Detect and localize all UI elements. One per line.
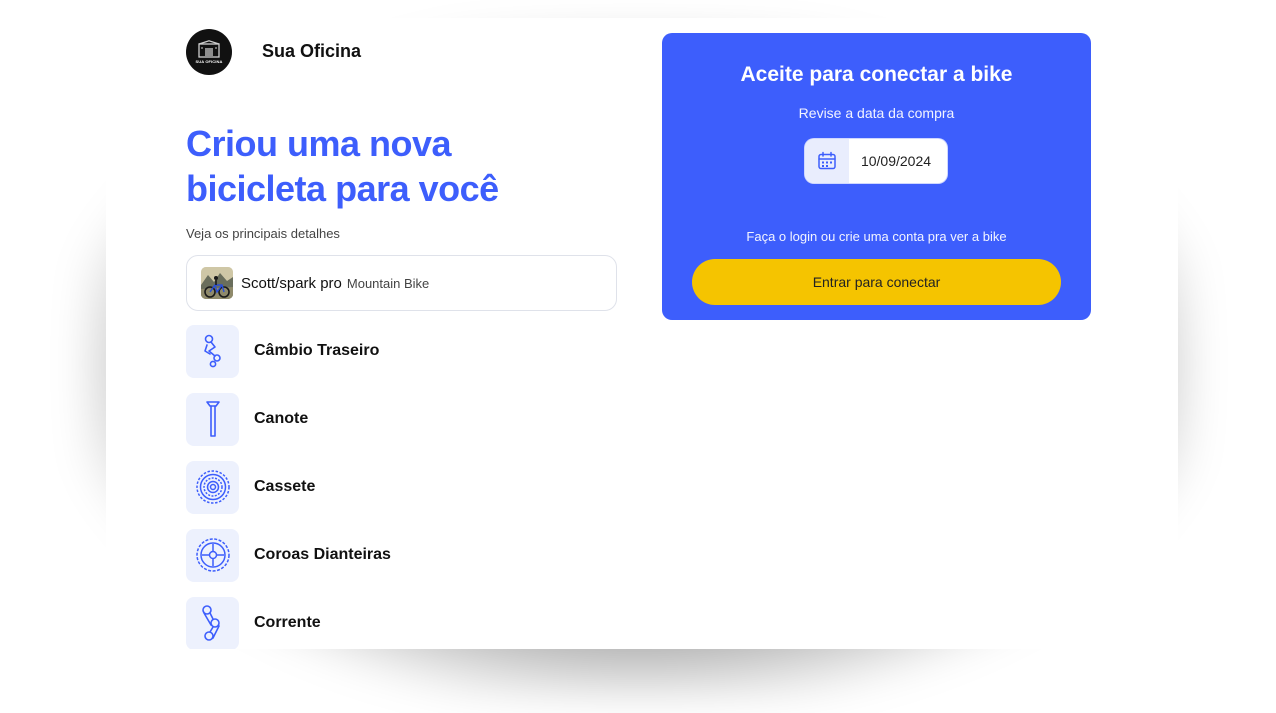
component-label: Canote xyxy=(254,410,309,427)
component-icon-box xyxy=(186,392,239,446)
workshop-building-icon xyxy=(198,40,220,58)
bike-type: Mountain Bike xyxy=(346,275,430,291)
workshop-logo[interactable]: SUA OFICINA xyxy=(186,29,232,75)
mountain-bike-photo-icon xyxy=(201,267,233,299)
component-icon-box xyxy=(186,324,239,378)
component-item-cassete[interactable]: Cassete xyxy=(186,460,391,514)
component-label: Cassete xyxy=(254,478,316,495)
connect-panel: Aceite para conectar a bike Revise a dat… xyxy=(662,33,1091,320)
date-icon-wrap xyxy=(805,139,849,183)
chain-icon xyxy=(201,605,220,641)
page-title-line-2: bicicleta para você xyxy=(186,168,499,209)
stage: SUA OFICINA Sua Oficina Criou uma nova b… xyxy=(0,0,1276,713)
connect-button[interactable]: Entrar para conectar xyxy=(692,259,1061,305)
bike-name: Scott/spark pro xyxy=(241,274,342,292)
login-hint: Faça o login ou crie uma conta pra ver a… xyxy=(746,229,1007,244)
cassette-icon xyxy=(195,470,230,504)
bike-card[interactable]: Scott/spark pro Mountain Bike xyxy=(186,255,617,311)
page-title: Criou uma nova bicicleta para você xyxy=(186,121,586,211)
chainring-icon xyxy=(195,538,230,572)
bike-thumbnail xyxy=(201,267,233,299)
component-icon-box xyxy=(186,460,239,514)
component-label: Câmbio Traseiro xyxy=(254,342,380,359)
component-label: Coroas Dianteiras xyxy=(254,546,391,563)
component-list: Câmbio Traseiro Canote Cassete Coroas Di… xyxy=(186,324,391,649)
component-label: Corrente xyxy=(254,614,321,631)
page-title-line-1: Criou uma nova xyxy=(186,123,452,164)
panel-title: Aceite para conectar a bike xyxy=(740,63,1013,86)
calendar-icon xyxy=(818,151,836,170)
purchase-date-field[interactable]: 10/09/2024 xyxy=(805,139,947,183)
app-window: SUA OFICINA Sua Oficina Criou uma nova b… xyxy=(106,18,1178,649)
component-item-coroas-dianteiras[interactable]: Coroas Dianteiras xyxy=(186,528,391,582)
component-item-cambio-traseiro[interactable]: Câmbio Traseiro xyxy=(186,324,391,378)
component-icon-box xyxy=(186,596,239,649)
component-item-corrente[interactable]: Corrente xyxy=(186,596,391,649)
purchase-date-value: 10/09/2024 xyxy=(860,153,932,169)
panel-subtitle: Revise a data da compra xyxy=(798,105,955,121)
rear-derailleur-icon xyxy=(203,334,221,368)
component-icon-box xyxy=(186,528,239,582)
page-subtitle: Veja os principais detalhes xyxy=(186,226,340,241)
brand-name: Sua Oficina xyxy=(262,41,362,61)
component-item-canote[interactable]: Canote xyxy=(186,392,391,446)
seatpost-icon xyxy=(205,401,220,437)
logo-text: SUA OFICINA xyxy=(195,59,223,64)
